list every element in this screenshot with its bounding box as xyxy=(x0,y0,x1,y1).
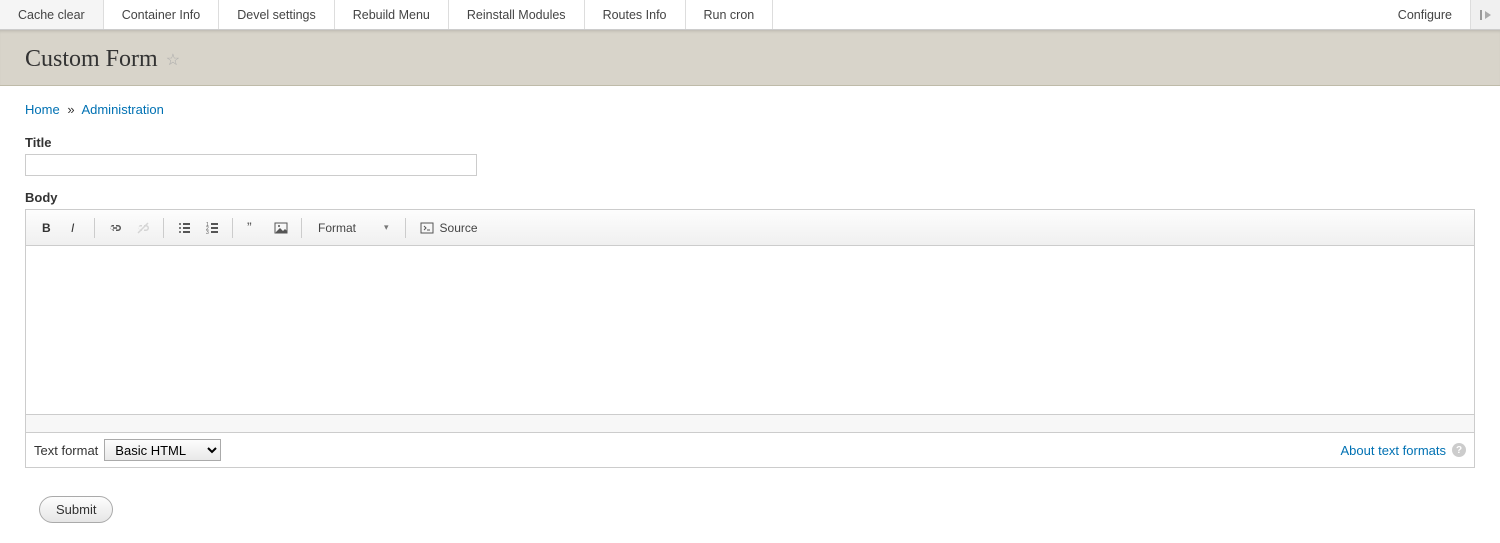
toolbar-item-routes-info[interactable]: Routes Info xyxy=(585,0,686,29)
image-icon[interactable] xyxy=(269,216,293,240)
body-label: Body xyxy=(25,190,1475,205)
body-editor-area[interactable] xyxy=(26,246,1474,414)
star-icon[interactable]: ☆ xyxy=(166,50,180,70)
chevron-down-icon: ▾ xyxy=(384,222,389,233)
numbered-list-icon[interactable]: 123 xyxy=(200,216,224,240)
svg-text:B: B xyxy=(42,221,51,235)
text-format-bar: Text format Basic HTML About text format… xyxy=(25,432,1475,468)
editor-toolbar: B I 123 ” Format ▾ Source xyxy=(26,210,1474,246)
toolbar-item-cache-clear[interactable]: Cache clear xyxy=(0,0,104,29)
toolbar-item-container-info[interactable]: Container Info xyxy=(104,0,220,29)
toolbar-item-rebuild-menu[interactable]: Rebuild Menu xyxy=(335,0,449,29)
svg-text:”: ” xyxy=(247,221,252,235)
toolbar-collapse-icon[interactable] xyxy=(1470,0,1500,29)
source-button[interactable]: Source xyxy=(414,216,484,240)
unlink-icon xyxy=(131,216,155,240)
italic-icon[interactable]: I xyxy=(62,216,86,240)
title-region: Custom Form ☆ xyxy=(0,30,1500,86)
title-input[interactable] xyxy=(25,154,477,176)
link-icon[interactable] xyxy=(103,216,127,240)
svg-text:I: I xyxy=(71,221,75,235)
blockquote-icon[interactable]: ” xyxy=(241,216,265,240)
toolbar-configure[interactable]: Configure xyxy=(1380,0,1470,29)
form-item-body: Body B I 123 ” Format ▾ xyxy=(25,190,1475,468)
breadcrumb-administration[interactable]: Administration xyxy=(81,102,163,117)
rich-text-editor: B I 123 ” Format ▾ Source xyxy=(25,209,1475,433)
format-dropdown[interactable]: Format ▾ xyxy=(310,216,397,240)
breadcrumb-separator: » xyxy=(67,102,74,117)
form-item-title: Title xyxy=(25,135,1475,176)
bullet-list-icon[interactable] xyxy=(172,216,196,240)
text-format-label: Text format xyxy=(34,443,98,458)
toolbar-item-run-cron[interactable]: Run cron xyxy=(686,0,774,29)
toolbar-item-reinstall-modules[interactable]: Reinstall Modules xyxy=(449,0,585,29)
editor-statusbar xyxy=(26,414,1474,432)
admin-toolbar: Cache clear Container Info Devel setting… xyxy=(0,0,1500,30)
submit-button[interactable]: Submit xyxy=(39,496,113,523)
breadcrumb: Home » Administration xyxy=(25,102,1475,117)
help-icon[interactable]: ? xyxy=(1452,443,1466,457)
breadcrumb-home[interactable]: Home xyxy=(25,102,60,117)
about-text-formats-link[interactable]: About text formats xyxy=(1341,443,1447,458)
source-icon xyxy=(420,221,434,235)
text-format-select[interactable]: Basic HTML xyxy=(104,439,221,461)
title-label: Title xyxy=(25,135,1475,150)
svg-text:3: 3 xyxy=(206,230,209,235)
page-title: Custom Form ☆ xyxy=(25,46,1475,73)
bold-icon[interactable]: B xyxy=(34,216,58,240)
toolbar-item-devel-settings[interactable]: Devel settings xyxy=(219,0,335,29)
